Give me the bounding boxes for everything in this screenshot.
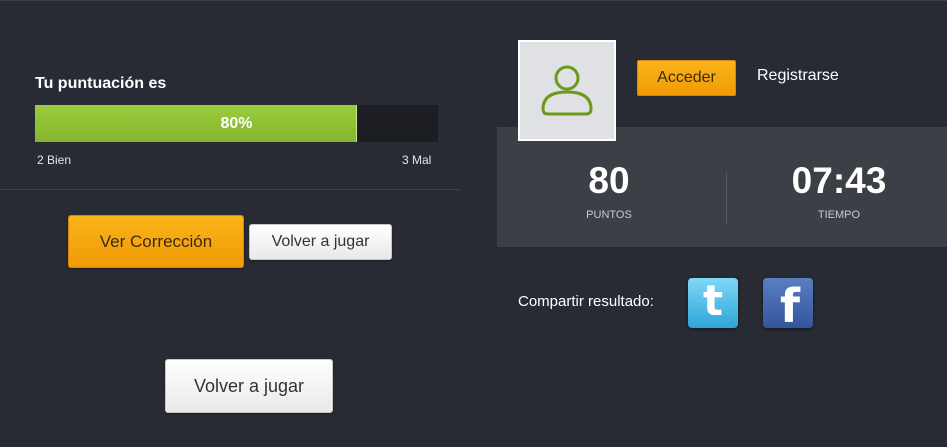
section-divider bbox=[0, 189, 460, 190]
replay-button-small[interactable]: Volver a jugar bbox=[249, 224, 392, 260]
avatar bbox=[518, 40, 616, 141]
correct-count: 2 Bien bbox=[37, 153, 72, 167]
twitter-icon: t bbox=[702, 276, 724, 325]
time-label: TIEMPO bbox=[817, 209, 861, 221]
view-correction-button[interactable]: Ver Corrección bbox=[68, 215, 244, 268]
stats-panel: 80 PUNTOS 07:43 TIEMPO bbox=[497, 127, 947, 247]
points-label: PUNTOS bbox=[586, 209, 632, 221]
login-button[interactable]: Acceder bbox=[637, 60, 736, 96]
user-avatar-icon bbox=[541, 65, 593, 115]
stats-separator bbox=[726, 172, 727, 224]
points-value: 80 bbox=[588, 160, 630, 201]
score-progress-bar: 80% bbox=[35, 105, 438, 142]
time-value: 07:43 bbox=[791, 160, 887, 201]
score-title: Tu puntuación es bbox=[35, 75, 167, 92]
register-link[interactable]: Registrarse bbox=[757, 67, 839, 85]
facebook-icon: f bbox=[779, 279, 800, 333]
facebook-share-button[interactable]: f bbox=[763, 278, 813, 333]
share-label: Compartir resultado: bbox=[518, 293, 654, 310]
twitter-share-button[interactable]: t bbox=[688, 278, 738, 328]
replay-button-large[interactable]: Volver a jugar bbox=[165, 359, 333, 413]
top-border bbox=[0, 0, 947, 1]
wrong-count: 3 Mal bbox=[402, 153, 432, 167]
score-percent-label: 80% bbox=[220, 114, 253, 132]
